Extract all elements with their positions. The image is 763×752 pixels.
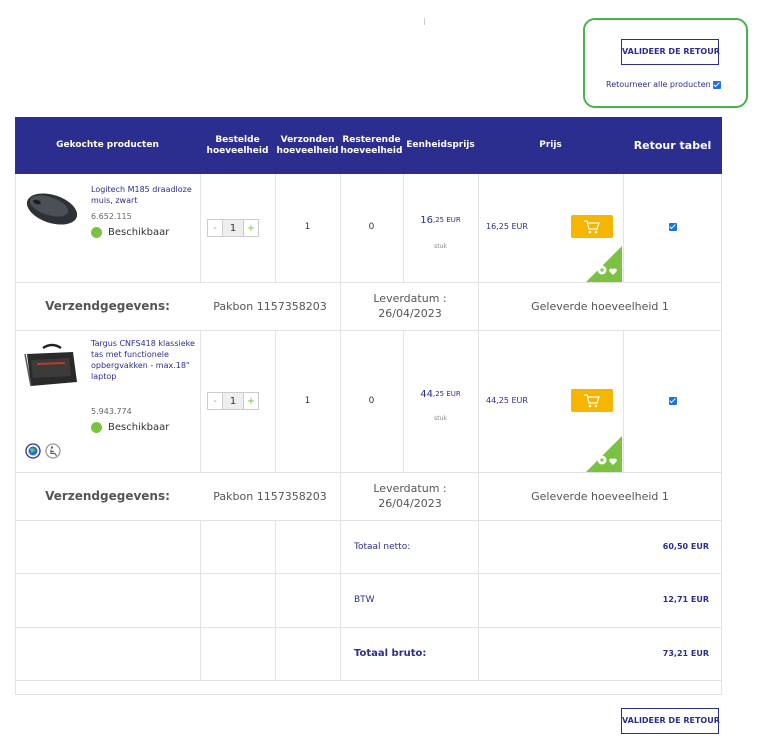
product-image-laptop-bag: [24, 343, 77, 387]
validate-return-button-bottom[interactable]: VALIDEER DE RETOUR: [621, 708, 720, 734]
add-favorite-icon[interactable]: [586, 246, 622, 282]
delivery-date: Leverdatum : 26/04/2023: [373, 482, 447, 510]
header-price: Prijs: [539, 140, 562, 150]
net-total-label: Totaal netto:: [354, 542, 411, 552]
product-name[interactable]: Logitech M185 draadloze muis, zwart: [91, 184, 196, 206]
unit-label: stuk: [434, 414, 447, 422]
unit-price-rest: ,25 EUR: [432, 390, 461, 398]
return-all-checkbox[interactable]: [713, 80, 722, 89]
unit-price: 16,25 EUR: [403, 213, 478, 227]
quantity-value[interactable]: 1: [222, 393, 244, 409]
vat-label: BTW: [354, 595, 375, 605]
unit-price: 44,25 EUR: [403, 387, 478, 401]
col-divider: [403, 174, 404, 282]
return-all-label: Retourneer alle producten: [606, 80, 711, 89]
row-divider: [15, 520, 722, 521]
accessibility-icon[interactable]: [45, 443, 61, 459]
col-divider: [275, 520, 276, 680]
header-shipped: Verzonden hoeveelheid: [276, 134, 339, 156]
col-divider: [200, 174, 201, 282]
unit-price-main: 44: [420, 388, 433, 400]
row-divider: [15, 694, 722, 695]
availability-text: Beschikbaar: [108, 227, 170, 238]
header-products: Gekochte producten: [56, 140, 159, 150]
shipping-label: Verzendgegevens:: [45, 489, 170, 503]
unit-price-rest: ,25 EUR: [432, 216, 461, 224]
table-header: Gekochte producten Bestelde hoeveelheid …: [15, 117, 722, 174]
line-price: 16,25 EUR: [486, 222, 528, 231]
gross-total-label: Totaal bruto:: [354, 648, 427, 659]
add-to-cart-button[interactable]: [571, 215, 613, 238]
availability-status: Beschikbaar: [91, 227, 169, 238]
return-all-option[interactable]: Retourneer alle producten: [606, 80, 722, 89]
return-item-checkbox[interactable]: [668, 397, 677, 405]
product-image-mouse: [26, 193, 78, 225]
remaining-qty: 0: [368, 222, 375, 232]
return-checkbox-cell: [623, 391, 722, 411]
header-remaining: Resterende hoeveelheid: [340, 134, 403, 156]
vat-value: 12,71 EUR: [662, 595, 709, 604]
globe-icon[interactable]: [25, 443, 41, 459]
return-checkbox-cell: [623, 217, 722, 237]
product-sku: 6.652.115: [91, 212, 132, 221]
row-divider: [15, 330, 722, 331]
add-to-cart-button[interactable]: [571, 389, 613, 412]
remaining-qty: 0: [368, 396, 375, 406]
col-divider: [200, 520, 201, 680]
return-item-checkbox[interactable]: [668, 223, 677, 231]
availability-text: Beschikbaar: [108, 422, 170, 433]
delivered-qty: Geleverde hoeveelheid 1: [531, 299, 669, 313]
availability-dot-icon: [91, 227, 102, 238]
unit-price-main: 16: [420, 214, 433, 226]
header-ordered: Bestelde hoeveelheid: [206, 134, 269, 156]
product-name[interactable]: Targus CNFS418 klassieke tas met functio…: [91, 338, 201, 382]
quantity-stepper[interactable]: - 1 +: [207, 219, 259, 237]
increment-button[interactable]: +: [244, 220, 258, 236]
shipped-qty: 1: [304, 222, 311, 232]
shipped-qty: 1: [304, 396, 311, 406]
increment-button[interactable]: +: [244, 393, 258, 409]
col-divider: [403, 330, 404, 472]
unit-label: stuk: [434, 242, 447, 250]
col-divider: [340, 174, 341, 680]
product-sku: 5.943.774: [91, 407, 132, 416]
header-return: Retour tabel: [633, 139, 712, 152]
header-unit-price: Eenheidsprijs: [406, 140, 475, 150]
net-total-value: 60,50 EUR: [662, 542, 709, 551]
delivered-qty: Geleverde hoeveelheid 1: [531, 489, 669, 503]
row-divider: [15, 627, 722, 628]
decrement-button[interactable]: -: [208, 220, 222, 236]
add-favorite-icon[interactable]: [586, 436, 622, 472]
row-divider: [15, 680, 722, 681]
quantity-stepper[interactable]: - 1 +: [207, 392, 259, 410]
row-divider: [15, 573, 722, 574]
gross-total-value: 73,21 EUR: [662, 649, 709, 658]
packing-slip: Pakbon 1157358203: [213, 299, 327, 313]
shopping-cart-icon: [584, 393, 600, 407]
delivery-date: Leverdatum : 26/04/2023: [373, 292, 447, 320]
availability-status: Beschikbaar: [91, 422, 169, 433]
line-price: 44,25 EUR: [486, 396, 528, 405]
col-divider: [478, 174, 479, 680]
col-divider: [721, 174, 722, 695]
col-divider: [15, 174, 16, 695]
shopping-cart-icon: [584, 219, 600, 233]
top-divider-mark: [424, 18, 425, 25]
validate-return-button-top[interactable]: VALIDEER DE RETOUR: [621, 39, 720, 65]
quantity-value[interactable]: 1: [222, 220, 244, 236]
decrement-button[interactable]: -: [208, 393, 222, 409]
packing-slip: Pakbon 1157358203: [213, 489, 327, 503]
shipping-label: Verzendgegevens:: [45, 299, 170, 313]
availability-dot-icon: [91, 422, 102, 433]
